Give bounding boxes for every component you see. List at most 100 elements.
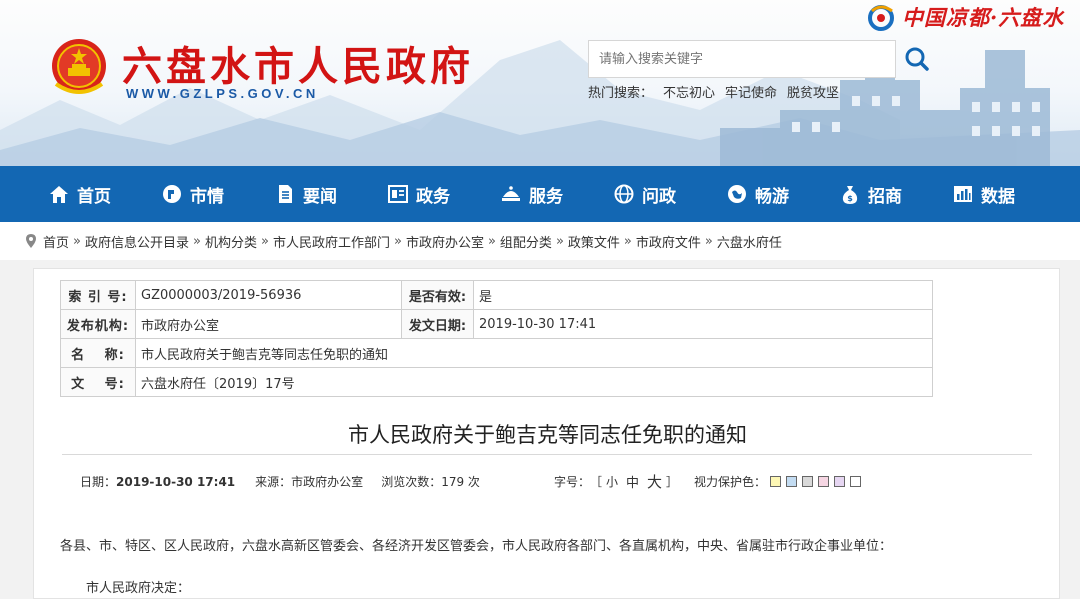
nav-item-label: 首页 xyxy=(77,186,111,207)
nav-item-label: 要闻 xyxy=(303,186,337,207)
main-nav: 首页 市情 要闻 政务 服务 问政 畅游 $ 招商 数据 xyxy=(0,166,1080,222)
font-size-bracket: ［ xyxy=(589,475,602,489)
meta-label: 发布机构: xyxy=(60,309,136,339)
nav-item-service[interactable]: 服务 xyxy=(500,166,613,222)
hot-search-term[interactable]: 不忘初心 xyxy=(663,82,715,101)
views-value: 179 次 xyxy=(441,475,480,489)
date-value: 2019-10-30 17:41 xyxy=(116,474,236,489)
breadcrumb-separator: » xyxy=(260,233,269,249)
hot-search-term[interactable]: 牢记使命 xyxy=(725,82,777,101)
svg-text:$: $ xyxy=(847,194,853,203)
site-header: 六盘水市人民政府 WWW.GZLPS.GOV.CN 中国凉都·六盘水 热门搜索：… xyxy=(0,0,1080,166)
breadcrumb-separator: » xyxy=(623,233,632,249)
breadcrumb-item[interactable]: 市政府文件 xyxy=(636,232,701,251)
nav-item-label: 数据 xyxy=(981,186,1015,207)
nav-item-inquiry[interactable]: 问政 xyxy=(613,166,726,222)
meta-label: 是否有效: xyxy=(401,280,474,310)
data-icon xyxy=(954,186,972,202)
location-pin-icon xyxy=(26,234,36,248)
eye-care-color-swatch[interactable] xyxy=(802,476,814,487)
breadcrumb-separator: » xyxy=(555,233,564,249)
table-row: 索 引 号: GZ0000003/2019-56936 是否有效: 是 xyxy=(60,280,933,310)
source-label: 来源： xyxy=(255,475,292,489)
nav-item-label: 政务 xyxy=(416,186,450,207)
meta-value: 六盘水府任〔2019〕17号 xyxy=(135,367,933,397)
eye-care-label: 视力保护色： xyxy=(694,475,767,489)
nav-item-travel[interactable]: 畅游 xyxy=(726,166,839,222)
nav-item-government[interactable]: 政务 xyxy=(387,166,500,222)
eye-care-swatches xyxy=(770,476,866,487)
meta-value: 2019-10-30 17:41 xyxy=(473,309,933,339)
breadcrumb-separator: » xyxy=(393,233,402,249)
nav-item-label: 招商 xyxy=(868,186,902,207)
meta-value: 市政府办公室 xyxy=(135,309,402,339)
nav-item-label: 畅游 xyxy=(755,186,789,207)
font-size-medium[interactable]: 中 xyxy=(626,472,639,491)
eye-care-color-swatch[interactable] xyxy=(818,476,830,487)
document-title: 市人民政府关于鲍吉克等同志任免职的通知 xyxy=(348,423,747,447)
site-url: WWW.GZLPS.GOV.CN xyxy=(126,86,319,101)
liangdu-logo-icon xyxy=(868,5,894,31)
source-value: 市政府办公室 xyxy=(291,475,364,489)
breadcrumb-separator: » xyxy=(704,233,713,249)
breadcrumb-item[interactable]: 政府信息公开目录 xyxy=(85,232,189,251)
meta-value: GZ0000003/2019-56936 xyxy=(135,280,402,310)
breadcrumb-separator: » xyxy=(73,233,81,249)
nav-item-data[interactable]: 数据 xyxy=(952,166,1065,222)
meta-label: 文 号: xyxy=(60,367,136,397)
meta-value: 是 xyxy=(473,280,933,310)
globe-icon xyxy=(614,184,634,204)
breadcrumb-item[interactable]: 六盘水府任 xyxy=(717,232,782,251)
breadcrumb-separator: » xyxy=(193,233,201,249)
font-size-label: 字号： xyxy=(553,475,590,489)
government-icon xyxy=(388,185,408,203)
nav-item-city[interactable]: 市情 xyxy=(161,166,274,222)
eye-care-color-swatch[interactable] xyxy=(850,476,862,487)
meta-label: 名 称: xyxy=(60,338,136,368)
nav-item-label: 市情 xyxy=(190,186,224,207)
site-title[interactable]: 六盘水市人民政府 xyxy=(122,34,474,92)
nav-item-label: 服务 xyxy=(529,186,563,207)
service-icon xyxy=(502,186,520,201)
font-size-bracket: ］ xyxy=(666,475,679,489)
table-row: 发布机构: 市政府办公室 发文日期: 2019-10-30 17:41 xyxy=(60,309,933,339)
hot-search-label: 热门搜索： xyxy=(588,86,654,101)
breadcrumb-item[interactable]: 政策文件 xyxy=(568,232,620,251)
nav-item-investment[interactable]: $ 招商 xyxy=(839,166,952,222)
date-label: 日期： xyxy=(80,475,117,489)
investment-icon: $ xyxy=(842,186,858,204)
document-meta-table: 索 引 号: GZ0000003/2019-56936 是否有效: 是 发布机构… xyxy=(60,280,933,397)
breadcrumb-item[interactable]: 组配分类 xyxy=(500,232,552,251)
font-size-small[interactable]: 小 xyxy=(606,473,618,490)
meta-value: 市人民政府关于鲍吉克等同志任免职的通知 xyxy=(135,338,933,368)
eye-care-color-swatch[interactable] xyxy=(786,476,798,487)
slogan-logo: 中国凉都·六盘水 xyxy=(866,2,1064,32)
breadcrumb-item[interactable]: 市政府办公室 xyxy=(406,232,484,251)
breadcrumb-item[interactable]: 市人民政府工作部门 xyxy=(273,232,390,251)
eye-care-color-swatch[interactable] xyxy=(834,476,846,487)
meta-label: 发文日期: xyxy=(401,309,474,339)
views-label: 浏览次数： xyxy=(381,475,442,489)
breadcrumb-separator: » xyxy=(487,233,496,249)
breadcrumb-item[interactable]: 首页 xyxy=(43,232,69,251)
breadcrumb: 首页» 政府信息公开目录» 机构分类» 市人民政府工作部门» 市政府办公室» 组… xyxy=(0,222,1080,260)
search-input[interactable] xyxy=(588,40,896,78)
font-size-large[interactable]: 大 xyxy=(647,471,662,492)
nav-item-news[interactable]: 要闻 xyxy=(274,166,387,222)
travel-icon xyxy=(728,185,746,203)
hot-search: 热门搜索： 不忘初心 牢记使命 脱贫攻坚 xyxy=(588,82,839,101)
home-icon xyxy=(50,186,68,203)
nav-item-home[interactable]: 首页 xyxy=(48,166,161,222)
document-info-bar: 日期： 2019-10-30 17:41 来源： 市政府办公室 浏览次数： 17… xyxy=(80,471,866,492)
national-emblem-icon xyxy=(52,39,106,94)
table-row: 名 称: 市人民政府关于鲍吉克等同志任免职的通知 xyxy=(60,338,933,368)
breadcrumb-item[interactable]: 机构分类 xyxy=(205,232,257,251)
slogan-text: 中国凉都·六盘水 xyxy=(902,5,1065,30)
nav-item-label: 问政 xyxy=(642,186,676,207)
hot-search-term[interactable]: 脱贫攻坚 xyxy=(787,82,839,101)
title-divider xyxy=(62,454,1032,455)
search-icon[interactable] xyxy=(900,42,934,76)
eye-care-color-swatch[interactable] xyxy=(770,476,782,487)
body-paragraph: 市人民政府决定： xyxy=(86,581,191,596)
meta-label: 索 引 号: xyxy=(60,280,136,310)
